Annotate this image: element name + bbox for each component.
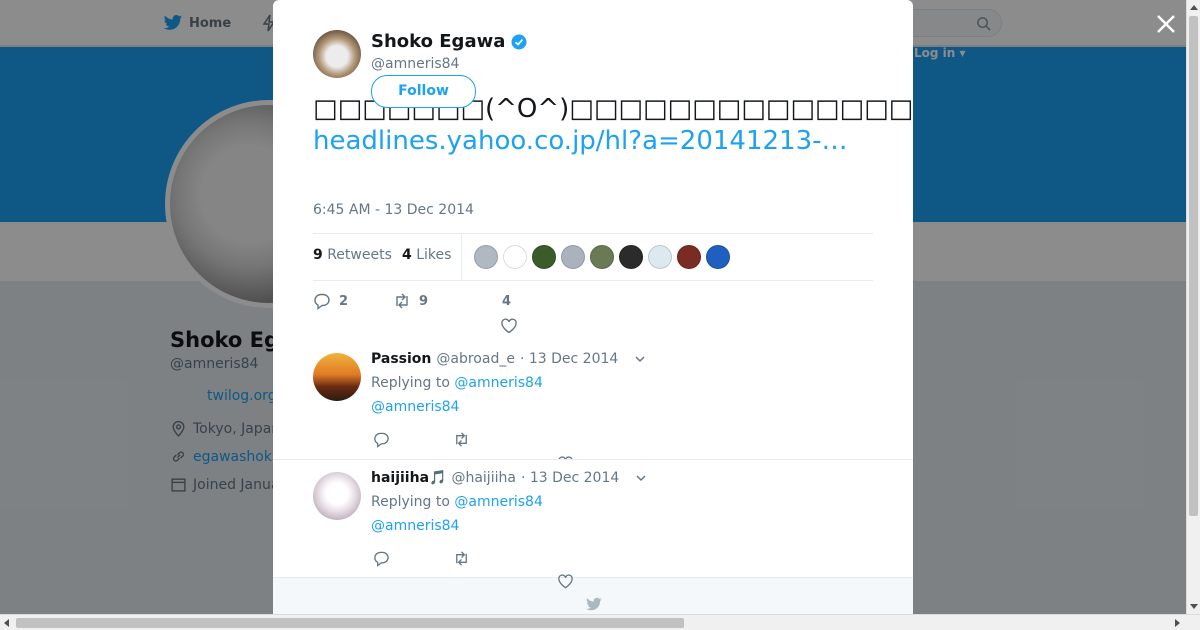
vertical-scrollbar[interactable] <box>1186 0 1200 614</box>
replying-to: Replying to @amneris84 <box>371 494 543 510</box>
liker-avatars <box>473 244 731 270</box>
tweet-stats: 9 Retweets 4 Likes <box>313 233 873 281</box>
liker-avatar[interactable] <box>473 244 499 270</box>
twitter-bird-icon <box>586 597 602 611</box>
heart-icon[interactable] <box>500 317 518 335</box>
liker-avatar[interactable] <box>676 244 702 270</box>
chevron-down-icon[interactable] <box>633 352 647 366</box>
scroll-down-icon[interactable] <box>1190 604 1198 609</box>
likes-stat-count: 4 <box>402 247 412 263</box>
reply-header: Passion @abroad_e · 13 Dec 2014 <box>371 351 647 367</box>
liker-avatar[interactable] <box>560 244 586 270</box>
stats-divider <box>461 234 462 280</box>
retweet-icon[interactable] <box>453 550 470 567</box>
reply-author-name[interactable]: Passion <box>371 351 431 367</box>
reply-avatar[interactable] <box>313 353 361 401</box>
chevron-down-icon[interactable] <box>634 471 648 485</box>
close-icon[interactable] <box>1154 12 1178 36</box>
liker-avatar[interactable] <box>502 244 528 270</box>
reply-mention[interactable]: @amneris84 <box>371 518 459 534</box>
follow-button[interactable]: Follow <box>371 75 476 108</box>
horizontal-scroll-thumb[interactable] <box>16 618 684 628</box>
tweet-actions: 2 9 4 <box>313 290 873 338</box>
author-name[interactable]: Shoko Egawa <box>371 31 527 52</box>
author-name-text[interactable]: Shoko Egawa <box>371 31 505 52</box>
reply-action[interactable]: 2 <box>313 292 348 310</box>
liker-avatar[interactable] <box>647 244 673 270</box>
replying-to-label: Replying to <box>371 494 450 510</box>
likes-stat-label: Likes <box>416 247 452 263</box>
tweet-modal: Shoko Egawa @amneris84 □□□□□□□(^O^)□□□□□… <box>273 0 913 614</box>
reply-avatar[interactable] <box>313 472 361 520</box>
retweet-icon[interactable] <box>453 431 470 448</box>
replying-to-handle[interactable]: @amneris84 <box>454 494 542 510</box>
reply-body: @amneris84 <box>371 399 459 415</box>
liker-avatar[interactable] <box>531 244 557 270</box>
modal-footer <box>273 577 913 614</box>
author-handle[interactable]: @amneris84 <box>371 56 459 72</box>
reply-body: @amneris84 <box>371 518 459 534</box>
liker-avatar[interactable] <box>589 244 615 270</box>
replying-to: Replying to @amneris84 <box>371 375 543 391</box>
reply-author-name[interactable]: haijiiha🎵 <box>371 470 446 486</box>
reply-tweet[interactable]: haijiiha🎵 @haijiiha · 13 Dec 2014 Replyi… <box>273 459 913 577</box>
replying-to-handle[interactable]: @amneris84 <box>454 375 542 391</box>
reply-actions <box>371 431 671 453</box>
reply-actions <box>371 550 671 572</box>
reply-icon[interactable] <box>373 550 390 567</box>
reply-count: 2 <box>339 293 349 309</box>
heart-icon[interactable] <box>557 573 574 590</box>
author-avatar[interactable] <box>313 30 361 78</box>
liker-avatar[interactable] <box>705 244 731 270</box>
reply-tweet[interactable]: Passion @abroad_e · 13 Dec 2014 Replying… <box>273 341 913 459</box>
retweet-count: 9 <box>419 293 429 309</box>
reply-author-handle[interactable]: @abroad_e <box>436 351 515 367</box>
vertical-scroll-thumb[interactable] <box>1189 16 1198 516</box>
reply-icon <box>314 293 330 310</box>
tweet-timestamp[interactable]: 6:45 AM - 13 Dec 2014 <box>313 202 474 218</box>
retweets-stat-label: Retweets <box>327 247 392 263</box>
replying-to-label: Replying to <box>371 375 450 391</box>
like-action[interactable]: 4 <box>502 294 511 309</box>
retweet-action[interactable]: 9 <box>393 292 428 310</box>
retweet-icon <box>396 293 408 309</box>
reply-date[interactable]: · 13 Dec 2014 <box>521 470 619 486</box>
scroll-left-icon[interactable] <box>4 619 9 627</box>
retweets-stat-count: 9 <box>313 247 323 263</box>
tweet-link[interactable]: headlines.yahoo.co.jp/hl?a=20141213-… <box>313 124 873 158</box>
reply-author-handle[interactable]: @haijiiha <box>451 470 515 486</box>
reply-header: haijiiha🎵 @haijiiha · 13 Dec 2014 <box>371 470 648 486</box>
scroll-right-icon[interactable] <box>1175 619 1180 627</box>
reply-icon[interactable] <box>373 431 390 448</box>
reply-mention[interactable]: @amneris84 <box>371 399 459 415</box>
verified-badge-icon <box>511 34 527 49</box>
reply-date[interactable]: · 13 Dec 2014 <box>520 351 618 367</box>
scroll-up-icon[interactable] <box>1190 5 1198 10</box>
liker-avatar[interactable] <box>618 244 644 270</box>
horizontal-scrollbar[interactable] <box>0 614 1200 630</box>
likes-stat[interactable]: 4 Likes <box>402 247 451 263</box>
like-count: 4 <box>502 294 512 309</box>
retweets-stat[interactable]: 9 Retweets <box>313 247 392 263</box>
